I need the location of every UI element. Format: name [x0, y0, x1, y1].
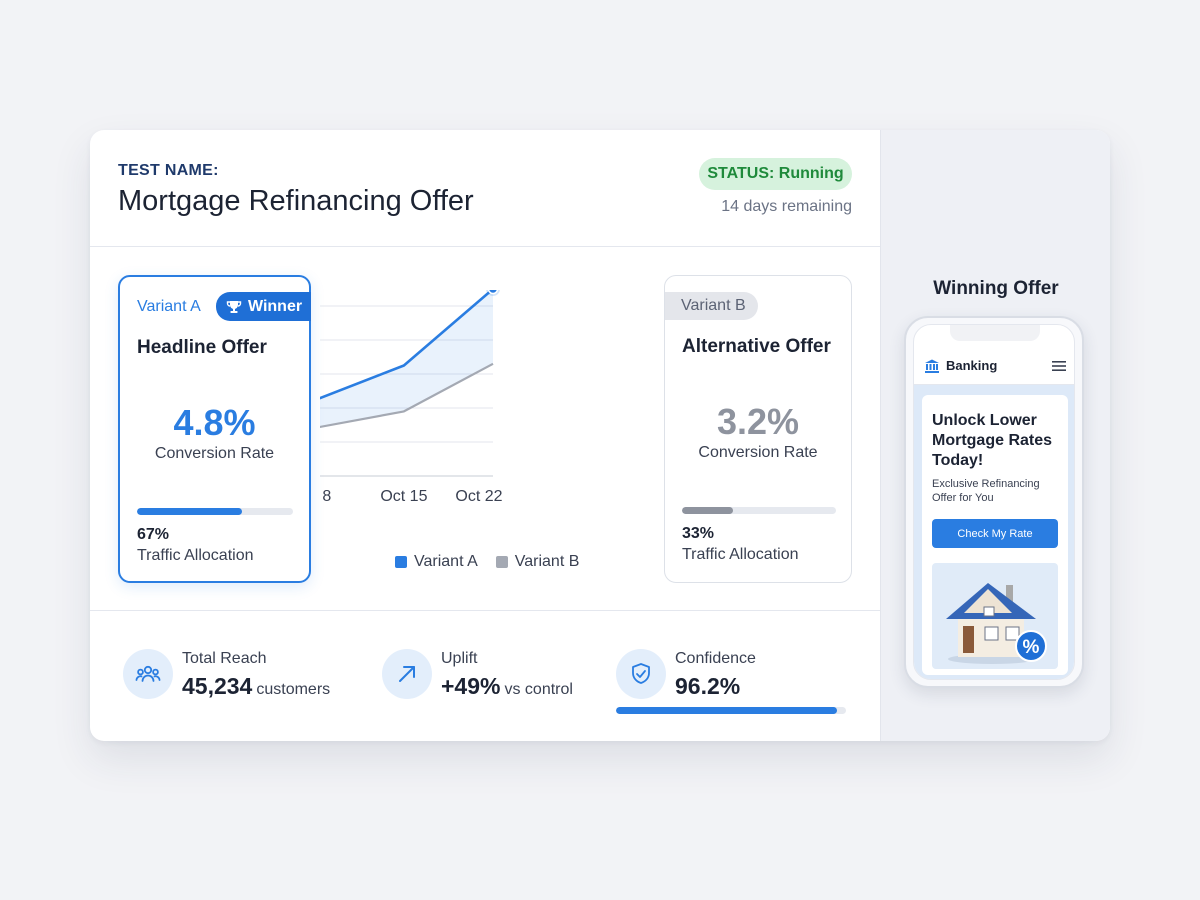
phone-screen: Banking Unlock Lower Mortgage Rates Toda…: [913, 324, 1075, 680]
variant-a-label: Variant A: [137, 298, 201, 315]
conversion-chart-svg: 0%2%4%6%Oct 1Oct 8Oct 15Oct 22: [320, 290, 503, 505]
legend-item-variant-a: Variant A: [395, 553, 478, 571]
confidence-value: 96.2%: [675, 673, 741, 699]
variant-a-rate-caption: Conversion Rate: [154, 445, 275, 462]
total-reach-unit: customers: [256, 681, 331, 698]
total-reach-number: 45,234: [182, 673, 253, 699]
legend-swatch-a: [395, 556, 407, 568]
variant-b-rate: 3.2%: [716, 401, 800, 442]
shield-check-icon: [616, 649, 666, 699]
confidence-label: Confidence: [675, 650, 756, 667]
app-name: Banking: [946, 358, 998, 373]
phone-body: Unlock Lower Mortgage Rates Today! Exclu…: [914, 385, 1074, 679]
trophy-icon: [226, 300, 242, 313]
uplift-area: [320, 290, 493, 427]
variant-b-allocation-pct: 33%: [682, 525, 715, 542]
phone-preview: Banking Unlock Lower Mortgage Rates Toda…: [904, 316, 1084, 688]
variant-b-label: Variant B: [665, 292, 758, 320]
uplift-value: +49% vs control: [441, 673, 573, 700]
house-image: %: [932, 563, 1058, 669]
winning-offer-title: Winning Offer: [933, 278, 1059, 299]
x-tick-label: Oct 8: [320, 488, 331, 505]
test-name-label: TEST NAME:: [118, 162, 219, 179]
house-percent-badge: %: [1023, 637, 1040, 658]
confidence-bar-fill: [616, 707, 838, 714]
variant-b-allocation-bar: [682, 507, 836, 514]
conversion-chart: 0%2%4%6%Oct 1Oct 8Oct 15Oct 22: [320, 290, 660, 590]
test-header: TEST NAME: Mortgage Refinancing Offer ST…: [90, 130, 880, 247]
variant-a-rate: 4.8%: [173, 402, 256, 443]
arrow-up-right-icon: [382, 649, 432, 699]
uplift-unit: vs control: [504, 681, 573, 698]
legend-label-a: Variant A: [414, 553, 478, 570]
legend-item-variant-b: Variant B: [495, 553, 580, 571]
variant-a-offer-title: Headline Offer: [137, 337, 267, 358]
app-bar: Banking: [914, 347, 1074, 385]
variant-b-card[interactable]: Variant B Alternative Offer 3.2% Convers…: [664, 275, 852, 583]
menu-icon[interactable]: [1052, 360, 1066, 372]
variant-b-allocation-fill: [682, 507, 733, 514]
stats-row: Total Reach 45,234 customers Uplift +49% v…: [90, 610, 880, 741]
users-icon: [123, 649, 173, 699]
variant-b-rate-caption: Conversion Rate: [698, 444, 818, 461]
house-illustration: %: [946, 583, 1047, 664]
chart-legend: Variant A Variant B: [395, 553, 579, 571]
days-remaining: 14 days remaining: [721, 198, 852, 215]
confidence-bar: [616, 707, 846, 714]
legend-label-b: Variant B: [514, 553, 580, 570]
winner-badge: Winner: [216, 292, 311, 321]
legend-swatch-b: [495, 556, 508, 568]
test-main-panel: TEST NAME: Mortgage Refinancing Offer ST…: [90, 130, 880, 741]
variant-a-allocation-label: Traffic Allocation: [137, 547, 254, 564]
winner-badge-label: Winner: [248, 297, 303, 315]
x-tick-label: Oct 22: [455, 488, 502, 505]
uplift-number: +49%: [441, 673, 501, 699]
uplift-label: Uplift: [441, 650, 478, 667]
phone-notch: [950, 325, 1040, 341]
bank-icon: [925, 359, 939, 373]
variant-a-allocation-fill: [137, 508, 242, 515]
promo-subtitle: Exclusive Refinancing Offer for You: [932, 478, 1040, 504]
promo-card: Unlock Lower Mortgage Rates Today! Exclu…: [922, 395, 1068, 675]
variant-a-allocation-bar: [137, 508, 293, 515]
promo-title: Unlock Lower Mortgage Rates Today!: [932, 412, 1053, 469]
variant-a-card[interactable]: Variant A Winner Headline Offer 4.8% Con…: [118, 275, 311, 583]
check-my-rate-button[interactable]: Check My Rate: [932, 519, 1058, 548]
variant-a-allocation-pct: 67%: [137, 526, 170, 543]
variant-b-offer-title: Alternative Offer: [682, 336, 831, 357]
status-badge: STATUS: Running: [699, 158, 852, 190]
total-reach-label: Total Reach: [182, 650, 267, 667]
variant-b-allocation-label: Traffic Allocation: [682, 546, 799, 563]
winning-offer-panel: Winning Offer Banking Unlock Lower Mortg…: [880, 130, 1110, 741]
end-point-marker: [487, 290, 499, 295]
page-title: Mortgage Refinancing Offer: [118, 185, 474, 217]
total-reach-value: 45,234 customers: [182, 673, 330, 700]
x-tick-label: Oct 15: [380, 488, 427, 505]
ab-test-card: TEST NAME: Mortgage Refinancing Offer ST…: [90, 130, 1110, 741]
